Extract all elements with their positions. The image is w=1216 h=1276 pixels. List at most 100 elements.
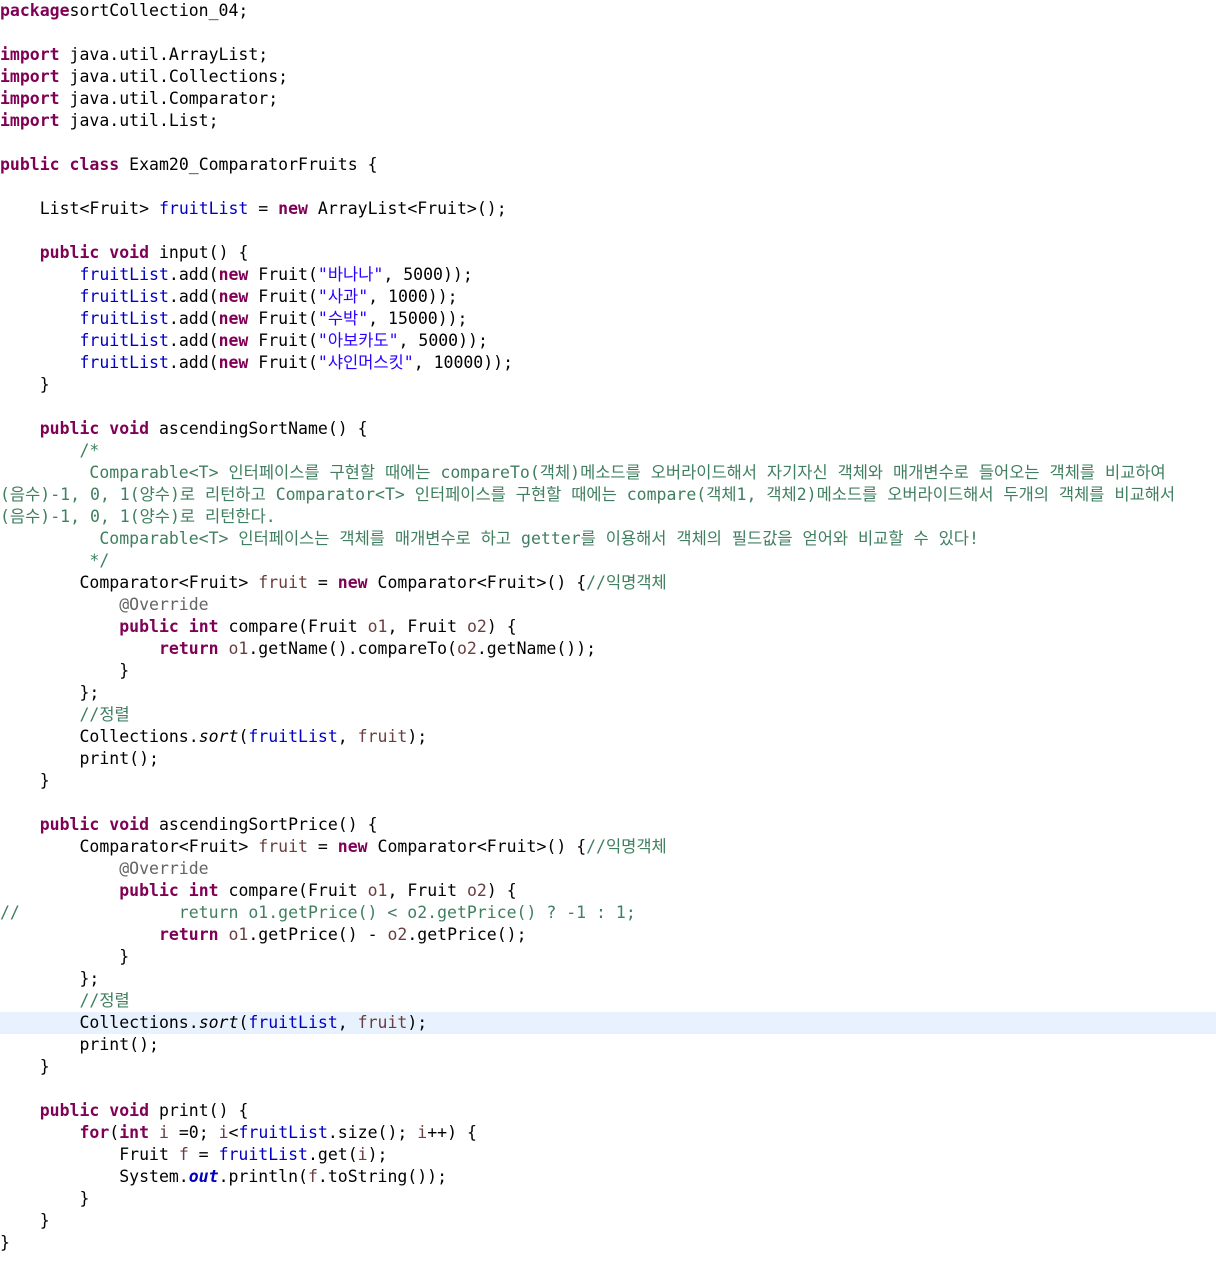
code-token: );: [407, 1013, 428, 1032]
code-token: .getPrice() -: [248, 925, 388, 944]
code-token: List<Fruit>: [0, 199, 159, 218]
string-literal: "아보카도": [317, 331, 399, 350]
code-line[interactable]: import java.util.List;: [0, 110, 1216, 132]
code-token: Comparator<Fruit>() {: [367, 573, 587, 592]
code-line[interactable]: Comparable<T> 인터페이스를 구현할 때에는 compareTo(객…: [0, 462, 1216, 484]
local-variable-token: i: [158, 1123, 169, 1142]
code-line[interactable]: };: [0, 968, 1216, 990]
code-line[interactable]: fruitList.add(new Fruit("수박", 15000));: [0, 308, 1216, 330]
code-line[interactable]: fruitList.add(new Fruit("사과", 1000));: [0, 286, 1216, 308]
code-line[interactable]: print();: [0, 1034, 1216, 1056]
code-token: java.util.Collections;: [59, 67, 289, 86]
code-token: .add(: [168, 353, 219, 372]
code-line[interactable]: for(int i =0; i<fruitList.size(); i++) {: [0, 1122, 1216, 1144]
code-token: .size();: [327, 1123, 418, 1142]
code-line[interactable]: public class Exam20_ComparatorFruits {: [0, 154, 1216, 176]
code-token: , Fruit: [387, 617, 467, 636]
code-line[interactable]: [0, 22, 1216, 44]
code-token: .getName());: [476, 639, 597, 658]
code-line[interactable]: import java.util.Collections;: [0, 66, 1216, 88]
keyword-token: return: [158, 925, 219, 944]
code-line[interactable]: Collections.sort(fruitList, fruit);: [0, 726, 1216, 748]
code-line[interactable]: // return o1.getPrice() < o2.getPrice() …: [0, 902, 1216, 924]
code-line[interactable]: [0, 132, 1216, 154]
code-line[interactable]: List<Fruit> fruitList = new ArrayList<Fr…: [0, 198, 1216, 220]
keyword-token: new: [218, 309, 249, 328]
code-line[interactable]: [0, 1078, 1216, 1100]
code-line[interactable]: (음수)-1, 0, 1(양수)로 리턴하고 Comparator<T> 인터페…: [0, 484, 1216, 506]
keyword-token: new: [218, 353, 249, 372]
code-line[interactable]: */: [0, 550, 1216, 572]
code-line[interactable]: print();: [0, 748, 1216, 770]
code-line[interactable]: (음수)-1, 0, 1(양수)로 리턴한다.: [0, 506, 1216, 528]
code-line[interactable]: }: [0, 946, 1216, 968]
code-line[interactable]: public int compare(Fruit o1, Fruit o2) {: [0, 880, 1216, 902]
code-token: java.util.ArrayList;: [59, 45, 269, 64]
code-line[interactable]: fruitList.add(new Fruit("바나나", 5000));: [0, 264, 1216, 286]
code-line[interactable]: }: [0, 770, 1216, 792]
code-line[interactable]: return o1.getName().compareTo(o2.getName…: [0, 638, 1216, 660]
code-line-current[interactable]: Collections.sort(fruitList, fruit);: [0, 1012, 1216, 1034]
code-token: input() {: [149, 243, 249, 262]
code-line[interactable]: import java.util.ArrayList;: [0, 44, 1216, 66]
local-variable-token: o2: [466, 881, 487, 900]
code-token: =0;: [168, 1123, 219, 1142]
code-line[interactable]: [0, 220, 1216, 242]
code-token: .toString());: [317, 1167, 448, 1186]
code-token: sortCollection_04;: [69, 1, 249, 20]
code-line[interactable]: System.out.println(f.toString());: [0, 1166, 1216, 1188]
code-line[interactable]: Fruit f = fruitList.get(i);: [0, 1144, 1216, 1166]
code-token: , 5000));: [398, 331, 488, 350]
code-line[interactable]: fruitList.add(new Fruit("샤인머스킷", 10000))…: [0, 352, 1216, 374]
code-line[interactable]: fruitList.add(new Fruit("아보카도", 5000));: [0, 330, 1216, 352]
comment-token: */: [0, 551, 110, 570]
code-line[interactable]: };: [0, 682, 1216, 704]
code-editor[interactable]: packagesortCollection_04;import java.uti…: [0, 0, 1216, 1276]
code-line[interactable]: public void ascendingSortName() {: [0, 418, 1216, 440]
keyword-token: int: [188, 617, 219, 636]
code-line[interactable]: packagesortCollection_04;: [0, 0, 1216, 22]
code-line[interactable]: [0, 792, 1216, 814]
keyword-token: public: [119, 881, 179, 900]
field-token: fruitList: [79, 331, 169, 350]
code-line[interactable]: [0, 396, 1216, 418]
code-line[interactable]: Comparable<T> 인터페이스는 객체를 매개변수로 하고 getter…: [0, 528, 1216, 550]
keyword-token: for: [79, 1123, 110, 1142]
comment-token: //정렬: [0, 705, 130, 724]
code-line[interactable]: @Override: [0, 594, 1216, 616]
field-token: fruitList: [218, 1145, 308, 1164]
code-token: Exam20_ComparatorFruits {: [119, 155, 378, 174]
code-line[interactable]: }: [0, 1232, 1216, 1254]
code-line[interactable]: @Override: [0, 858, 1216, 880]
keyword-token: void: [109, 815, 150, 834]
code-line[interactable]: public void ascendingSortPrice() {: [0, 814, 1216, 836]
code-line[interactable]: import java.util.Comparator;: [0, 88, 1216, 110]
code-token: .println(: [218, 1167, 308, 1186]
comment-token: //익명객체: [586, 573, 667, 592]
code-line[interactable]: }: [0, 1056, 1216, 1078]
code-line[interactable]: //정렬: [0, 704, 1216, 726]
code-line[interactable]: }: [0, 1188, 1216, 1210]
code-line[interactable]: public int compare(Fruit o1, Fruit o2) {: [0, 616, 1216, 638]
keyword-token: new: [278, 199, 308, 218]
code-line[interactable]: Comparator<Fruit> fruit = new Comparator…: [0, 836, 1216, 858]
code-line[interactable]: }: [0, 374, 1216, 396]
code-line[interactable]: public void print() {: [0, 1100, 1216, 1122]
code-line[interactable]: Comparator<Fruit> fruit = new Comparator…: [0, 572, 1216, 594]
field-token: fruitList: [79, 287, 169, 306]
code-line[interactable]: public void input() {: [0, 242, 1216, 264]
code-line[interactable]: /*: [0, 440, 1216, 462]
code-line[interactable]: }: [0, 1210, 1216, 1232]
code-line[interactable]: return o1.getPrice() - o2.getPrice();: [0, 924, 1216, 946]
local-variable-token: o1: [228, 639, 249, 658]
code-line[interactable]: //정렬: [0, 990, 1216, 1012]
code-line[interactable]: [0, 176, 1216, 198]
code-token: print();: [0, 749, 159, 768]
code-token: =: [307, 837, 338, 856]
code-line[interactable]: }: [0, 660, 1216, 682]
